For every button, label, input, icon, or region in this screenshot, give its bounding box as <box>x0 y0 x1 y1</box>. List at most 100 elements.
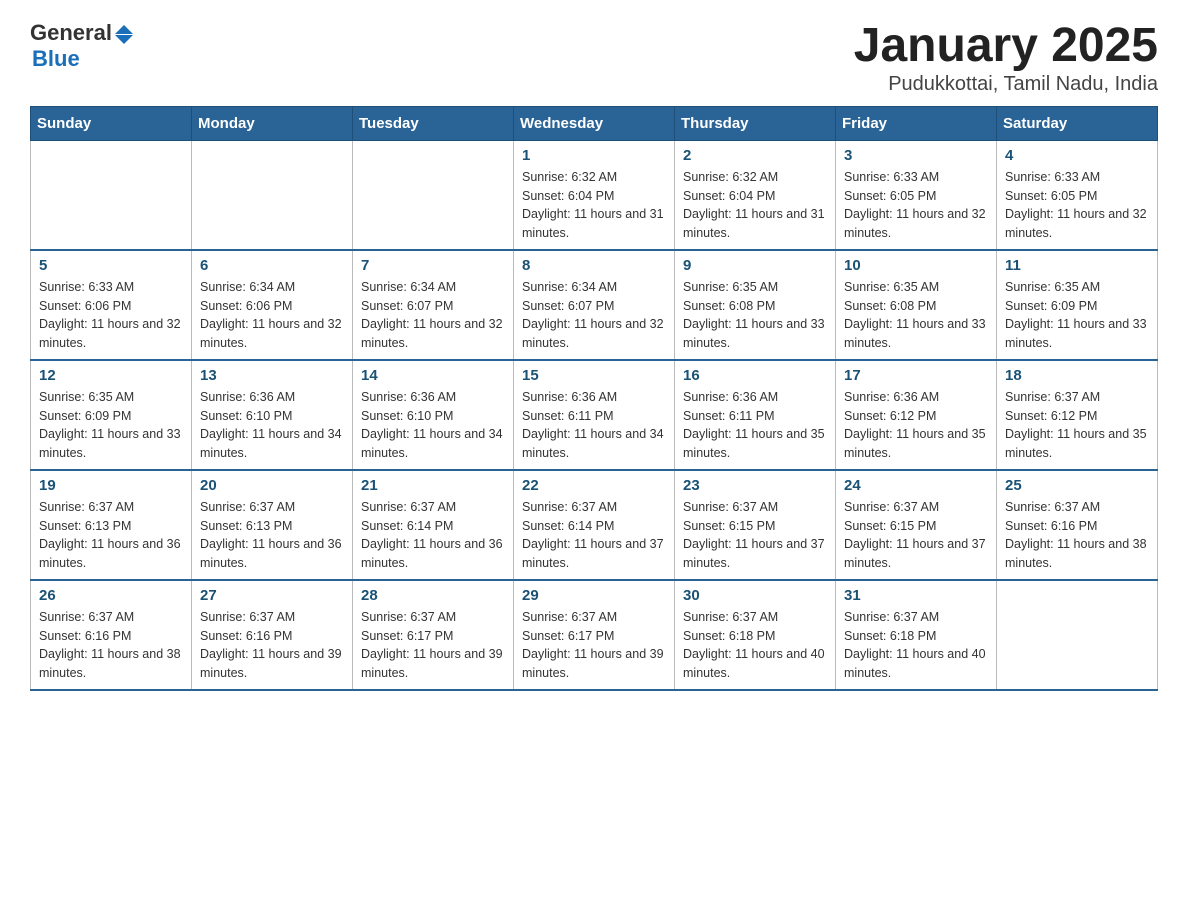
day-number: 17 <box>844 367 988 384</box>
calendar-cell: 12Sunrise: 6:35 AM Sunset: 6:09 PM Dayli… <box>31 360 192 470</box>
calendar-cell: 11 Sunrise: 6:35 AM Sunset: 6:09 PM Dayli… <box>997 250 1158 360</box>
calendar-week-row: 1 Sunrise: 6:32 AM Sunset: 6:04 PM Daylig… <box>31 140 1158 250</box>
calendar-cell: 17 Sunrise: 6:36 AM Sunset: 6:12 PM Dayli… <box>836 360 997 470</box>
day-info: Sunrise: 6:34 AM Sunset: 6:07 PM Dayligh… <box>361 278 505 353</box>
calendar-header-monday: Monday <box>192 106 353 140</box>
day-info: Sunrise: 6:33 AM Sunset: 6:05 PM Dayligh… <box>844 168 988 243</box>
day-info: Sunrise: 6:37 AM Sunset: 6:17 PM Dayligh… <box>361 608 505 683</box>
day-number: 16 <box>683 367 827 384</box>
calendar-cell: 4 Sunrise: 6:33 AM Sunset: 6:05 PM Daylig… <box>997 140 1158 250</box>
calendar-header-friday: Friday <box>836 106 997 140</box>
day-number: 10 <box>844 257 988 274</box>
day-info: Sunrise: 6:35 AM Sunset: 6:09 PM Dayligh… <box>1005 278 1149 353</box>
calendar-cell: 20 Sunrise: 6:37 AM Sunset: 6:13 PM Dayli… <box>192 470 353 580</box>
day-info: Sunrise: 6:37 AM Sunset: 6:18 PM Dayligh… <box>683 608 827 683</box>
calendar-cell: 21 Sunrise: 6:37 AM Sunset: 6:14 PM Dayli… <box>353 470 514 580</box>
day-info: Sunrise: 6:37 AM Sunset: 6:14 PM Dayligh… <box>522 498 666 573</box>
calendar-header-wednesday: Wednesday <box>514 106 675 140</box>
calendar-week-row: 12Sunrise: 6:35 AM Sunset: 6:09 PM Dayli… <box>31 360 1158 470</box>
day-info: Sunrise: 6:35 AM Sunset: 6:08 PM Dayligh… <box>844 278 988 353</box>
calendar-table: SundayMondayTuesdayWednesdayThursdayFrid… <box>30 106 1158 691</box>
day-number: 15 <box>522 367 666 384</box>
day-info: Sunrise: 6:36 AM Sunset: 6:11 PM Dayligh… <box>522 388 666 463</box>
calendar-cell: 18Sunrise: 6:37 AM Sunset: 6:12 PM Dayli… <box>997 360 1158 470</box>
calendar-cell <box>353 140 514 250</box>
day-info: Sunrise: 6:37 AM Sunset: 6:16 PM Dayligh… <box>200 608 344 683</box>
day-info: Sunrise: 6:37 AM Sunset: 6:16 PM Dayligh… <box>1005 498 1149 573</box>
page-header: General Blue January 2025 Pudukkottai, T… <box>30 20 1158 96</box>
day-number: 2 <box>683 147 827 164</box>
calendar-cell: 3 Sunrise: 6:33 AM Sunset: 6:05 PM Daylig… <box>836 140 997 250</box>
day-info: Sunrise: 6:34 AM Sunset: 6:06 PM Dayligh… <box>200 278 344 353</box>
calendar-cell: 13 Sunrise: 6:36 AM Sunset: 6:10 PM Dayli… <box>192 360 353 470</box>
day-info: Sunrise: 6:36 AM Sunset: 6:10 PM Dayligh… <box>361 388 505 463</box>
day-number: 1 <box>522 147 666 164</box>
day-number: 20 <box>200 477 344 494</box>
day-number: 11 <box>1005 257 1149 274</box>
calendar-cell: 10 Sunrise: 6:35 AM Sunset: 6:08 PM Dayli… <box>836 250 997 360</box>
day-number: 8 <box>522 257 666 274</box>
calendar-cell: 14Sunrise: 6:36 AM Sunset: 6:10 PM Dayli… <box>353 360 514 470</box>
calendar-header-thursday: Thursday <box>675 106 836 140</box>
calendar-cell: 28 Sunrise: 6:37 AM Sunset: 6:17 PM Dayli… <box>353 580 514 690</box>
calendar-header-row: SundayMondayTuesdayWednesdayThursdayFrid… <box>31 106 1158 140</box>
day-number: 3 <box>844 147 988 164</box>
day-info: Sunrise: 6:37 AM Sunset: 6:17 PM Dayligh… <box>522 608 666 683</box>
calendar-cell: 7 Sunrise: 6:34 AM Sunset: 6:07 PM Daylig… <box>353 250 514 360</box>
calendar-cell: 29 Sunrise: 6:37 AM Sunset: 6:17 PM Dayli… <box>514 580 675 690</box>
title-block: January 2025 Pudukkottai, Tamil Nadu, In… <box>854 20 1158 96</box>
calendar-cell: 26Sunrise: 6:37 AM Sunset: 6:16 PM Dayli… <box>31 580 192 690</box>
day-info: Sunrise: 6:35 AM Sunset: 6:08 PM Dayligh… <box>683 278 827 353</box>
calendar-week-row: 5Sunrise: 6:33 AM Sunset: 6:06 PM Daylig… <box>31 250 1158 360</box>
day-info: Sunrise: 6:32 AM Sunset: 6:04 PM Dayligh… <box>522 168 666 243</box>
day-number: 7 <box>361 257 505 274</box>
day-number: 30 <box>683 587 827 604</box>
calendar-cell: 15 Sunrise: 6:36 AM Sunset: 6:11 PM Dayli… <box>514 360 675 470</box>
day-number: 26 <box>39 587 183 604</box>
day-number: 6 <box>200 257 344 274</box>
day-number: 4 <box>1005 147 1149 164</box>
day-info: Sunrise: 6:37 AM Sunset: 6:13 PM Dayligh… <box>200 498 344 573</box>
calendar-cell: 2Sunrise: 6:32 AM Sunset: 6:04 PM Daylig… <box>675 140 836 250</box>
calendar-cell: 22Sunrise: 6:37 AM Sunset: 6:14 PM Dayli… <box>514 470 675 580</box>
calendar-header-tuesday: Tuesday <box>353 106 514 140</box>
day-info: Sunrise: 6:37 AM Sunset: 6:13 PM Dayligh… <box>39 498 183 573</box>
calendar-cell: 30 Sunrise: 6:37 AM Sunset: 6:18 PM Dayli… <box>675 580 836 690</box>
day-info: Sunrise: 6:37 AM Sunset: 6:12 PM Dayligh… <box>1005 388 1149 463</box>
logo-blue-text: Blue <box>32 46 80 72</box>
day-number: 31 <box>844 587 988 604</box>
day-number: 29 <box>522 587 666 604</box>
calendar-cell <box>31 140 192 250</box>
day-number: 21 <box>361 477 505 494</box>
calendar-cell: 31 Sunrise: 6:37 AM Sunset: 6:18 PM Dayli… <box>836 580 997 690</box>
day-number: 28 <box>361 587 505 604</box>
calendar-cell: 5Sunrise: 6:33 AM Sunset: 6:06 PM Daylig… <box>31 250 192 360</box>
day-info: Sunrise: 6:35 AM Sunset: 6:09 PM Dayligh… <box>39 388 183 463</box>
calendar-cell <box>192 140 353 250</box>
logo: General Blue <box>30 20 133 72</box>
calendar-cell: 25 Sunrise: 6:37 AM Sunset: 6:16 PM Dayli… <box>997 470 1158 580</box>
calendar-cell: 16Sunrise: 6:36 AM Sunset: 6:11 PM Dayli… <box>675 360 836 470</box>
day-number: 13 <box>200 367 344 384</box>
day-number: 19 <box>39 477 183 494</box>
logo-general-text: General <box>30 20 112 46</box>
calendar-cell: 9Sunrise: 6:35 AM Sunset: 6:08 PM Daylig… <box>675 250 836 360</box>
calendar-cell: 23 Sunrise: 6:37 AM Sunset: 6:15 PM Dayli… <box>675 470 836 580</box>
day-info: Sunrise: 6:34 AM Sunset: 6:07 PM Dayligh… <box>522 278 666 353</box>
calendar-cell: 27 Sunrise: 6:37 AM Sunset: 6:16 PM Dayli… <box>192 580 353 690</box>
calendar-week-row: 19 Sunrise: 6:37 AM Sunset: 6:13 PM Dayli… <box>31 470 1158 580</box>
day-number: 27 <box>200 587 344 604</box>
day-info: Sunrise: 6:33 AM Sunset: 6:05 PM Dayligh… <box>1005 168 1149 243</box>
calendar-header-saturday: Saturday <box>997 106 1158 140</box>
day-info: Sunrise: 6:36 AM Sunset: 6:10 PM Dayligh… <box>200 388 344 463</box>
day-info: Sunrise: 6:37 AM Sunset: 6:18 PM Dayligh… <box>844 608 988 683</box>
day-number: 25 <box>1005 477 1149 494</box>
day-info: Sunrise: 6:37 AM Sunset: 6:14 PM Dayligh… <box>361 498 505 573</box>
day-info: Sunrise: 6:33 AM Sunset: 6:06 PM Dayligh… <box>39 278 183 353</box>
day-number: 23 <box>683 477 827 494</box>
day-info: Sunrise: 6:37 AM Sunset: 6:15 PM Dayligh… <box>844 498 988 573</box>
calendar-cell: 19 Sunrise: 6:37 AM Sunset: 6:13 PM Dayli… <box>31 470 192 580</box>
day-info: Sunrise: 6:36 AM Sunset: 6:12 PM Dayligh… <box>844 388 988 463</box>
calendar-week-row: 26 Sunrise: 6:37 AM Sunset: 6:16 PM Dayli… <box>31 580 1158 690</box>
day-info: Sunrise: 6:37 AM Sunset: 6:15 PM Dayligh… <box>683 498 827 573</box>
